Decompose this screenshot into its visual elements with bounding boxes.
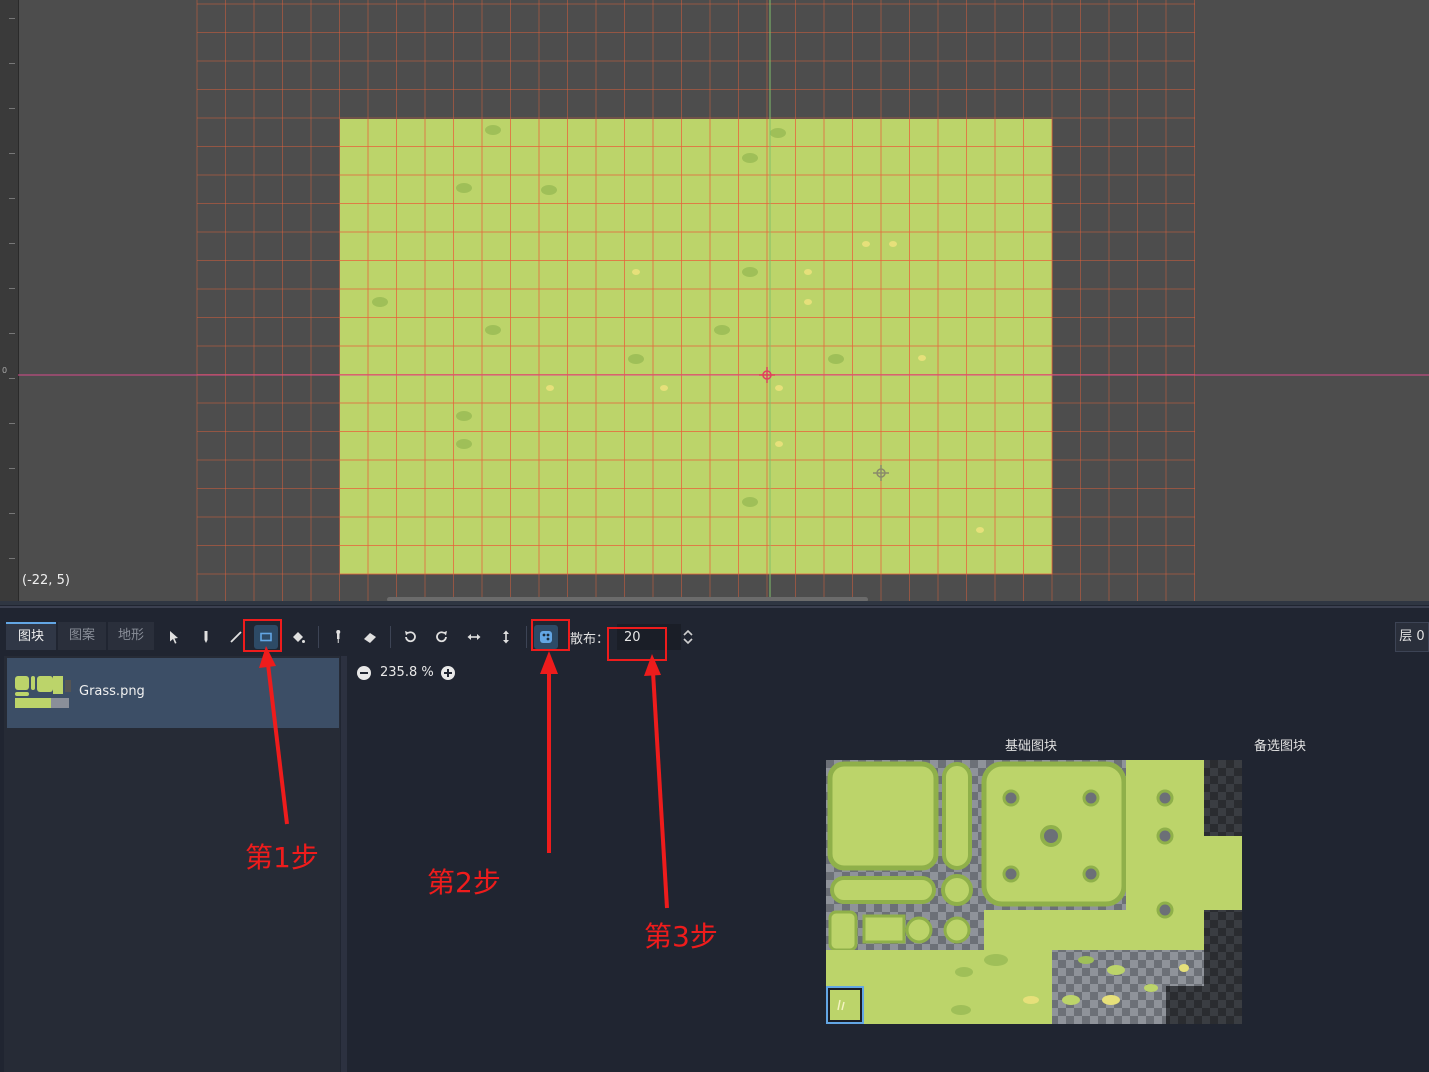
bush-decoration bbox=[742, 153, 758, 163]
bush-decoration bbox=[541, 185, 557, 195]
line-icon bbox=[230, 631, 242, 643]
rotate-right-button[interactable] bbox=[430, 625, 454, 649]
tilemap-bottom-panel: 图块 图案 地形 散布： 20 层 0 Grass.png 235.8 % 基础… bbox=[0, 606, 1429, 1072]
bush-decoration bbox=[485, 325, 501, 335]
flip-vertical-button[interactable] bbox=[494, 625, 518, 649]
paint-tool[interactable] bbox=[194, 625, 218, 649]
bush-decoration bbox=[456, 439, 472, 449]
select-tool[interactable] bbox=[162, 625, 186, 649]
bush-decoration bbox=[828, 354, 844, 364]
bush-decoration bbox=[485, 125, 501, 135]
rect-tool[interactable] bbox=[254, 625, 278, 649]
tile-source-label: Grass.png bbox=[79, 684, 145, 699]
flower-decoration bbox=[804, 269, 812, 275]
tile-atlas[interactable] bbox=[826, 760, 1242, 1024]
cursor-coordinates: (-22, 5) bbox=[22, 573, 70, 588]
pencil-icon bbox=[204, 631, 208, 643]
grass-thumbnail bbox=[13, 672, 73, 712]
picker-tool[interactable] bbox=[326, 625, 350, 649]
flower-decoration bbox=[804, 299, 812, 305]
bush-decoration bbox=[456, 411, 472, 421]
flower-decoration bbox=[546, 385, 554, 391]
panel-splitter[interactable] bbox=[341, 656, 347, 1072]
rotate-left-button[interactable] bbox=[398, 625, 422, 649]
tilemap-canvas[interactable] bbox=[0, 0, 1429, 605]
flower-decoration bbox=[775, 441, 783, 447]
alternative-tiles-label: 备选图块 bbox=[1254, 739, 1307, 754]
tile-atlas-view[interactable]: 235.8 % 基础图块 备选图块 bbox=[348, 656, 1429, 1072]
flower-decoration bbox=[862, 241, 870, 247]
toolbar-separator bbox=[526, 626, 527, 648]
layer-select-button[interactable]: 层 0 bbox=[1395, 622, 1429, 652]
eyedropper-icon bbox=[336, 630, 341, 643]
zoom-in-button[interactable] bbox=[441, 666, 455, 680]
flower-decoration bbox=[775, 385, 783, 391]
scatter-label: 散布： bbox=[570, 632, 610, 647]
toolbar-separator bbox=[318, 626, 319, 648]
scatter-input[interactable] bbox=[617, 624, 681, 650]
line-tool[interactable] bbox=[224, 625, 248, 649]
rotate-left-icon bbox=[405, 631, 416, 643]
tile-source-item[interactable]: Grass.png bbox=[7, 658, 339, 728]
rectangle-icon bbox=[260, 632, 272, 642]
step1-label: 第1步 bbox=[245, 841, 319, 874]
flip-vertical-icon bbox=[503, 630, 509, 644]
base-tiles-label: 基础图块 bbox=[1005, 739, 1058, 754]
tilemap-toolbar: 图块 图案 地形 散布： 20 层 0 bbox=[0, 622, 1429, 652]
eraser-tool[interactable] bbox=[358, 625, 382, 649]
arrow-cursor-icon bbox=[170, 631, 178, 644]
dice-icon bbox=[540, 631, 552, 643]
tab-tiles[interactable]: 图块 bbox=[6, 622, 56, 650]
rotate-right-icon bbox=[436, 631, 447, 643]
step3-label: 第3步 bbox=[644, 920, 718, 953]
step2-label: 第2步 bbox=[427, 866, 501, 899]
flower-decoration bbox=[660, 385, 668, 391]
bush-decoration bbox=[742, 497, 758, 507]
bush-decoration bbox=[372, 297, 388, 307]
selected-tile bbox=[826, 986, 864, 1024]
flower-decoration bbox=[918, 355, 926, 361]
zoom-level: 235.8 % bbox=[380, 665, 434, 680]
bucket-tool[interactable] bbox=[286, 625, 310, 649]
paint-bucket-icon bbox=[293, 632, 305, 643]
flower-decoration bbox=[976, 527, 984, 533]
flower-decoration bbox=[632, 269, 640, 275]
flip-horizontal-icon bbox=[467, 634, 481, 640]
spin-arrows-icon[interactable] bbox=[681, 625, 695, 649]
canvas-viewport[interactable]: 0 (-22, 5) bbox=[0, 0, 1429, 605]
bush-decoration bbox=[456, 183, 472, 193]
bush-decoration bbox=[770, 128, 786, 138]
tab-patterns[interactable]: 图案 bbox=[58, 622, 106, 650]
bush-decoration bbox=[628, 354, 644, 364]
flip-horizontal-button[interactable] bbox=[462, 625, 486, 649]
toolbar-separator bbox=[390, 626, 391, 648]
zoom-out-button[interactable] bbox=[357, 666, 371, 680]
eraser-icon bbox=[364, 633, 376, 643]
bush-decoration bbox=[714, 325, 730, 335]
tab-terrain[interactable]: 地形 bbox=[108, 622, 154, 650]
bush-decoration bbox=[742, 267, 758, 277]
random-tile-toggle[interactable] bbox=[534, 625, 558, 649]
viewport-border bbox=[0, 601, 1429, 605]
flower-decoration bbox=[889, 241, 897, 247]
